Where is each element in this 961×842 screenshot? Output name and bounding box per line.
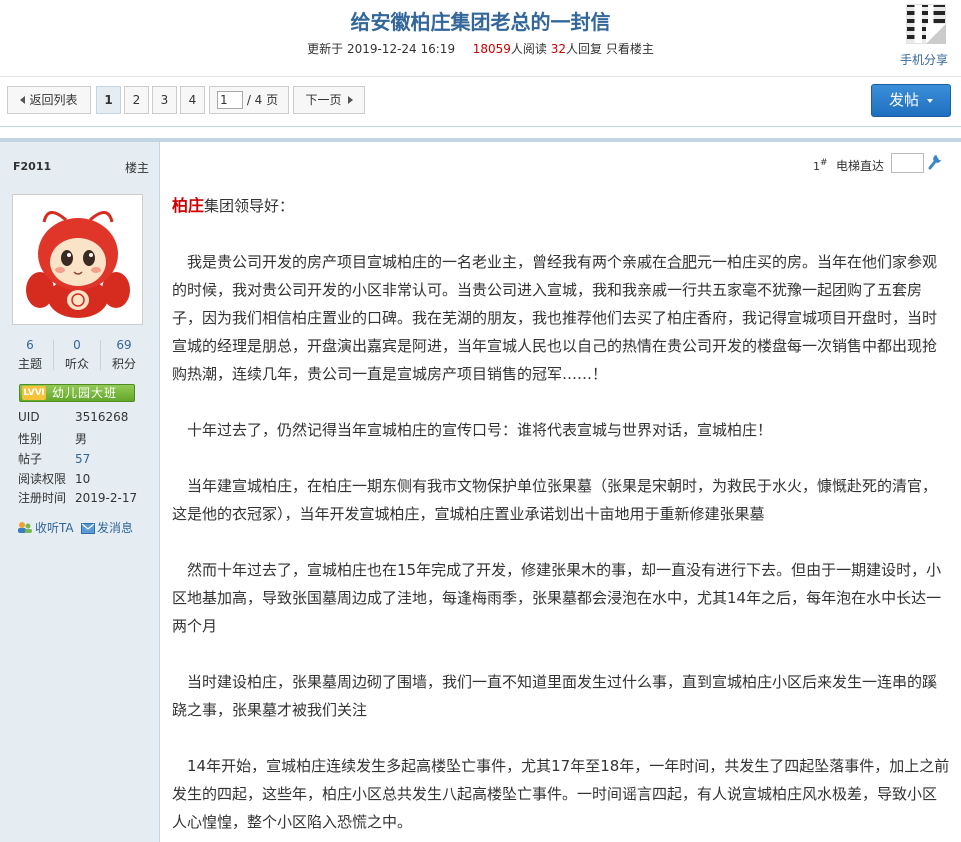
reply-label: 人回复 xyxy=(566,42,603,56)
page-curl-icon xyxy=(926,24,946,44)
next-page-label: 下一页 xyxy=(305,93,342,107)
send-message-label: 发消息 xyxy=(97,521,134,535)
perm-value: 10 xyxy=(75,472,91,486)
post-paragraph-5: 当时建设柏庄，张果墓周边砌了围墙，我们一直不知道里面发生过什么事，直到宣城柏庄小… xyxy=(172,668,950,724)
paragraph-2-text: 十年过去了，仍然记得当年宣城柏庄的宣传口号：谁将代表宣城与世界对话，宣城柏庄！ xyxy=(187,421,773,439)
level-icon: LVⅥ xyxy=(22,386,46,400)
mobile-share-link[interactable]: 手机分享 xyxy=(900,51,948,68)
reg-label: 注册时间 xyxy=(18,491,67,505)
send-message-button[interactable]: 发消息 xyxy=(81,519,133,536)
author-sidebar: F2011 楼主 6 主题 0 听众 69 积分 LVⅥ 幼儿园大班 UID 3… xyxy=(0,138,159,842)
view-label: 人阅读 xyxy=(510,42,547,56)
updated-label: 更新于 xyxy=(307,42,344,56)
gender-value: 男 xyxy=(75,432,88,446)
thread-meta: 更新于 2019-12-24 16:19 18059人阅读 32人回复 只看楼主 xyxy=(0,40,961,57)
page-link-2[interactable]: 2 xyxy=(124,86,149,114)
pager-bar: 返回列表 1 2 3 4 1 / 4 页 下一页 发帖 xyxy=(0,76,961,127)
back-to-list-label: 返回列表 xyxy=(29,93,78,107)
avatar[interactable] xyxy=(12,194,143,325)
arrow-right-icon xyxy=(347,96,353,104)
greeting-highlight: 柏庄 xyxy=(172,196,205,215)
info-gender: 性别 男 xyxy=(18,430,87,447)
total-pages-label: / 4 页 xyxy=(246,93,279,107)
listeners-label: 听众 xyxy=(64,357,89,371)
caret-down-icon xyxy=(927,99,933,103)
author-tag: 楼主 xyxy=(125,161,150,175)
elevator-label: 电梯直达 xyxy=(836,159,885,173)
page-link-1[interactable]: 1 xyxy=(96,86,121,114)
paragraph-4-text: 然而十年过去了，宣城柏庄也在15年完成了开发，修建张果木的事，却一直没有进行下去… xyxy=(172,561,942,635)
page-jump: 1 / 4 页 xyxy=(209,86,289,114)
stat-topics[interactable]: 6 主题 xyxy=(8,338,52,372)
lobster-avatar-icon xyxy=(26,211,130,318)
back-to-list-button[interactable]: 返回列表 xyxy=(7,86,91,114)
posts-label: 帖子 xyxy=(18,452,43,466)
topics-label: 主题 xyxy=(17,357,42,371)
stat-listeners[interactable]: 0 听众 xyxy=(55,338,99,372)
post-body: 柏庄集团领导好： 我是贵公司开发的房产项目宣城柏庄的一名老业主，曾经我有两个亲戚… xyxy=(172,192,950,836)
info-uid: UID 3516268 xyxy=(18,410,128,424)
post-paragraph-1: 我是贵公司开发的房产项目宣城柏庄的一名老业主，曾经我有两个亲戚在合肥元一柏庄买的… xyxy=(172,248,950,388)
floor-number: 1# xyxy=(813,158,828,173)
info-read-permission: 阅读权限 10 xyxy=(18,470,90,487)
arrow-left-icon xyxy=(20,96,26,104)
paragraph-6-text: 14年开始，宣城柏庄连续发生多起高楼坠亡事件，尤其17年至18年，一年时间，共发… xyxy=(172,757,950,831)
posts-value[interactable]: 57 xyxy=(75,452,90,466)
wrench-go-icon[interactable] xyxy=(927,153,943,171)
paragraph-3-text: 当年建宣城柏庄，在柏庄一期东侧有我市文物保护单位张果墓（张果是宋朝时，为救民于水… xyxy=(172,477,938,523)
uid-label: UID xyxy=(18,410,40,424)
thread-header: 给安徽柏庄集团老总的一封信 更新于 2019-12-24 16:19 18059… xyxy=(0,0,961,76)
perm-label: 阅读权限 xyxy=(18,472,67,486)
stat-points[interactable]: 69 积分 xyxy=(102,338,146,372)
post-paragraph-4: 然而十年过去了，宣城柏庄也在15年完成了开发，修建张果木的事，却一直没有进行下去… xyxy=(172,556,950,640)
floor-mark: # xyxy=(820,158,828,168)
info-register-date: 注册时间 2019-2-17 xyxy=(18,489,137,506)
page-link-4[interactable]: 4 xyxy=(180,86,205,114)
post-paragraph-2: 十年过去了，仍然记得当年宣城柏庄的宣传口号：谁将代表宣城与世界对话，宣城柏庄！ xyxy=(172,416,950,444)
follow-label: 收听TA xyxy=(35,521,74,535)
post-content-area: 1# 电梯直达 柏庄集团领导好： 我是贵公司开发的房产项目宣城柏庄的一名老业主，… xyxy=(159,138,961,842)
new-post-button[interactable]: 发帖 xyxy=(871,84,951,117)
page-link-3[interactable]: 3 xyxy=(152,86,177,114)
greeting-text: 集团领导好： xyxy=(204,197,295,215)
elevator-input[interactable] xyxy=(891,153,924,173)
points-label: 积分 xyxy=(111,357,136,371)
uid-value: 3516268 xyxy=(75,410,129,424)
stat-divider xyxy=(53,340,54,370)
envelope-icon xyxy=(81,523,95,534)
topics-count: 6 xyxy=(26,338,34,352)
stat-divider xyxy=(100,340,101,370)
paragraph-1-part-b: 元一柏庄买的房。当年在他们家参观的时候，我对贵公司开发的小区非常认可。当贵公司进… xyxy=(172,253,938,383)
paragraph-5-text: 当时建设柏庄，张果墓周边砌了围墙，我们一直不知道里面发生过什么事，直到宣城柏庄小… xyxy=(172,673,938,719)
page-jump-input[interactable]: 1 xyxy=(217,90,243,109)
view-count: 18059 xyxy=(472,42,511,56)
post-paragraph-3: 当年建宣城柏庄，在柏庄一期东侧有我市文物保护单位张果墓（张果是宋朝时，为救民于水… xyxy=(172,472,950,528)
level-badge: LVⅥ 幼儿园大班 xyxy=(19,384,135,402)
info-posts: 帖子 57 xyxy=(18,450,90,467)
points-count: 69 xyxy=(116,338,132,352)
new-post-label: 发帖 xyxy=(888,91,919,109)
floor-number-value: 1 xyxy=(813,160,820,173)
post-greeting: 柏庄集团领导好： xyxy=(172,192,950,220)
follow-users-icon xyxy=(18,522,32,533)
thread-title: 给安徽柏庄集团老总的一封信 xyxy=(350,10,611,34)
listeners-count: 0 xyxy=(73,338,81,352)
reg-value: 2019-2-17 xyxy=(75,491,138,505)
next-page-button[interactable]: 下一页 xyxy=(293,86,365,114)
reply-count: 32 xyxy=(550,42,567,56)
hefei-link[interactable]: 合肥 xyxy=(667,253,697,271)
gender-label: 性别 xyxy=(18,432,43,446)
post-paragraph-6: 14年开始，宣城柏庄连续发生多起高楼坠亡事件，尤其17年至18年，一年时间，共发… xyxy=(172,752,950,836)
level-name: 幼儿园大班 xyxy=(52,386,118,400)
updated-time: 2019-12-24 16:19 xyxy=(346,42,456,56)
follow-button[interactable]: 收听TA xyxy=(17,519,74,536)
author-name[interactable]: F2011 xyxy=(13,160,51,173)
paragraph-1-part-a: 我是贵公司开发的房产项目宣城柏庄的一名老业主，曾经我有两个亲戚在 xyxy=(187,253,668,271)
only-author-link[interactable]: 只看楼主 xyxy=(606,42,654,56)
